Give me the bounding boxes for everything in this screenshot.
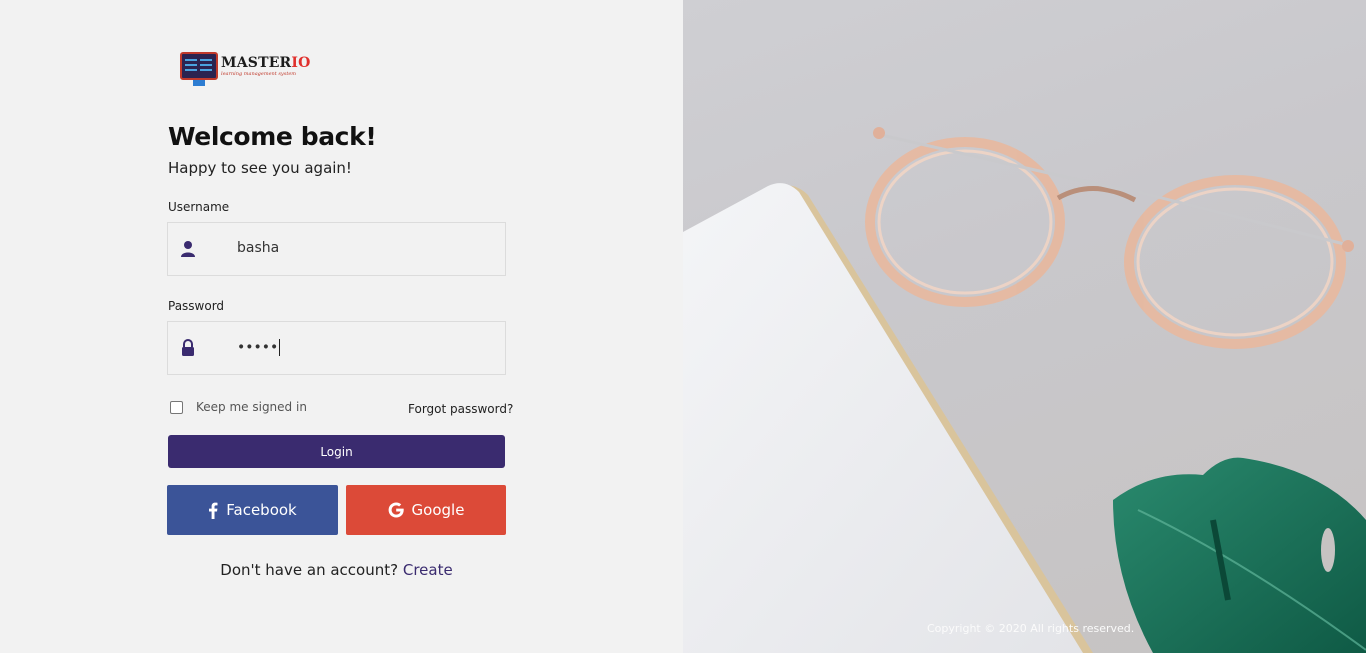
- lock-icon: [180, 339, 196, 357]
- monitor-book-icon: [180, 50, 218, 86]
- masterio-logo[interactable]: MASTERIO learning management system: [180, 50, 311, 86]
- username-field[interactable]: basha: [167, 222, 506, 276]
- signup-text: Don't have an account?: [220, 561, 399, 579]
- user-icon: [180, 240, 196, 258]
- create-account-link[interactable]: Create: [403, 561, 453, 579]
- facebook-label: Facebook: [226, 501, 297, 519]
- page-title: Welcome back!: [168, 122, 377, 151]
- login-panel: MASTERIO learning management system Welc…: [0, 0, 683, 653]
- password-field[interactable]: •••••: [167, 321, 506, 375]
- username-value[interactable]: basha: [237, 240, 279, 256]
- password-value[interactable]: •••••: [237, 339, 281, 356]
- signup-prompt: Don't have an account? Create: [0, 561, 673, 579]
- copyright-text: Copyright © 2020 All rights reserved.: [927, 622, 1135, 635]
- google-label: Google: [411, 501, 465, 519]
- keep-signed-in-label: Keep me signed in: [196, 400, 307, 414]
- logo-name: MASTERIO: [221, 55, 311, 71]
- google-icon: [388, 502, 404, 518]
- google-button[interactable]: Google: [346, 485, 506, 535]
- facebook-icon: [208, 502, 218, 519]
- hero-image: Copyright © 2020 All rights reserved.: [683, 0, 1366, 653]
- logo-tagline: learning management system: [221, 71, 297, 77]
- password-label: Password: [168, 299, 225, 313]
- page-subtitle: Happy to see you again!: [168, 159, 352, 177]
- login-button[interactable]: Login: [168, 435, 505, 468]
- facebook-button[interactable]: Facebook: [167, 485, 338, 535]
- forgot-password-link[interactable]: Forgot password?: [408, 402, 513, 416]
- keep-signed-in[interactable]: Keep me signed in: [170, 400, 307, 414]
- glasses-notebook-photo: [683, 127, 1366, 653]
- keep-signed-in-checkbox[interactable]: [170, 400, 183, 414]
- username-label: Username: [168, 200, 230, 214]
